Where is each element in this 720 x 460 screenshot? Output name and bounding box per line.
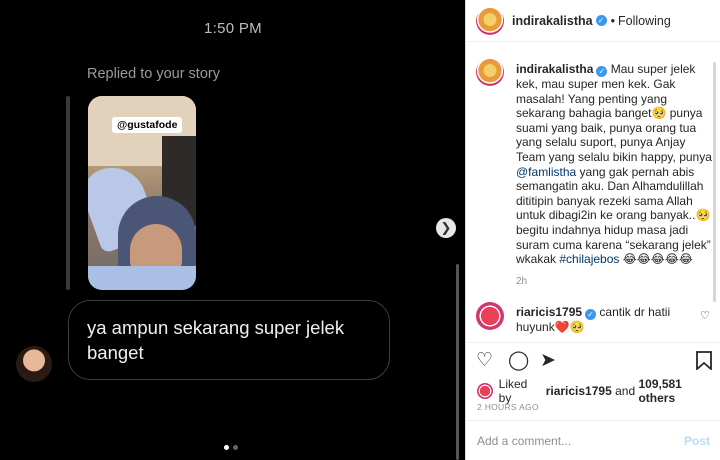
screenshot-time: 1:50 PM: [204, 20, 262, 37]
commenter-avatar[interactable]: [476, 302, 504, 330]
caption-timestamp: 2h: [516, 276, 528, 287]
add-comment-input[interactable]: [477, 433, 684, 448]
replied-label: Replied to your story: [87, 66, 220, 82]
liker-avatar[interactable]: [477, 383, 493, 399]
caption-mention-link[interactable]: @famlistha: [516, 165, 576, 179]
sender-avatar: [16, 346, 52, 382]
media-scroll-track: [456, 264, 459, 460]
caption-body-1: Mau super jelek kek, mau super men kek. …: [516, 62, 712, 164]
next-slide-button[interactable]: ❯: [436, 218, 456, 238]
add-comment-bar: Post: [467, 420, 720, 460]
caption-verified-badge-icon: ✓: [596, 66, 608, 77]
comment-item: riaricis1795 ✓ cantik dr hatii huyunk❤️🥺 …: [476, 302, 716, 336]
paper-plane-icon[interactable]: ➤: [540, 351, 556, 370]
bookmark-icon[interactable]: [696, 351, 712, 374]
caption-emojis: 😂😂😂😂😂: [622, 252, 693, 267]
caption-username[interactable]: indirakalistha: [516, 62, 593, 76]
author-username[interactable]: indirakalistha: [512, 14, 593, 28]
commenter-verified-badge-icon: ✓: [585, 309, 597, 320]
post-comment-button[interactable]: Post: [684, 434, 710, 448]
verified-badge-icon: ✓: [595, 15, 607, 26]
comments-scrollbar[interactable]: [713, 62, 716, 302]
caption-body-2: yang gak pernah abis semangatin aku. Dan…: [516, 164, 711, 267]
commenter-username[interactable]: riaricis1795: [516, 305, 582, 319]
chevron-right-icon: ❯: [440, 220, 452, 235]
likes-and: and: [615, 384, 636, 398]
carousel-dot: [233, 445, 238, 450]
comment-like-heart-icon[interactable]: ♡: [700, 309, 710, 322]
carousel-dot-active: [224, 445, 229, 450]
speech-bubble-icon[interactable]: ◯: [508, 351, 529, 370]
heart-outline-icon[interactable]: ♡: [476, 351, 493, 370]
caption-block: indirakalistha ✓ Mau super jelek kek, mau…: [476, 58, 716, 290]
caption-author-avatar[interactable]: [476, 58, 504, 86]
author-avatar[interactable]: [476, 6, 504, 35]
likes-prefix: Liked by: [498, 377, 528, 405]
quote-bar: [66, 96, 70, 290]
post-header: indirakalistha ✓ • Following: [467, 0, 720, 42]
header-separator: •: [610, 13, 615, 28]
story-mention-tag: @gustafode: [112, 117, 183, 133]
likes-summary: Liked by riaricis1795 and 109,581 others: [477, 377, 720, 405]
carousel-dots: [224, 445, 238, 450]
following-button[interactable]: Following: [618, 14, 671, 28]
post-actions: ♡ ◯ ➤: [467, 342, 720, 376]
comment-text: riaricis1795 ✓ cantik dr hatii huyunk❤️🥺: [516, 305, 694, 335]
thumb-shirt: [88, 266, 196, 290]
caption-text: indirakalistha ✓ Mau super jelek kek, mau…: [516, 62, 714, 267]
post-side-panel: indirakalistha ✓ • Following indirakalis…: [467, 0, 720, 460]
caption-hashtag-link[interactable]: #chilajebos: [559, 252, 619, 266]
reply-message-bubble: ya ampun sekarang super jelek banget: [68, 300, 390, 380]
story-thumbnail: @gustafode: [88, 96, 196, 290]
liker-username[interactable]: riaricis1795: [546, 384, 612, 398]
posted-time: 2 HOURS AGO: [477, 402, 539, 412]
likes-count[interactable]: 109,581 others: [638, 377, 720, 405]
post-media[interactable]: 1:50 PM Replied to your story @gustafode…: [0, 0, 466, 460]
